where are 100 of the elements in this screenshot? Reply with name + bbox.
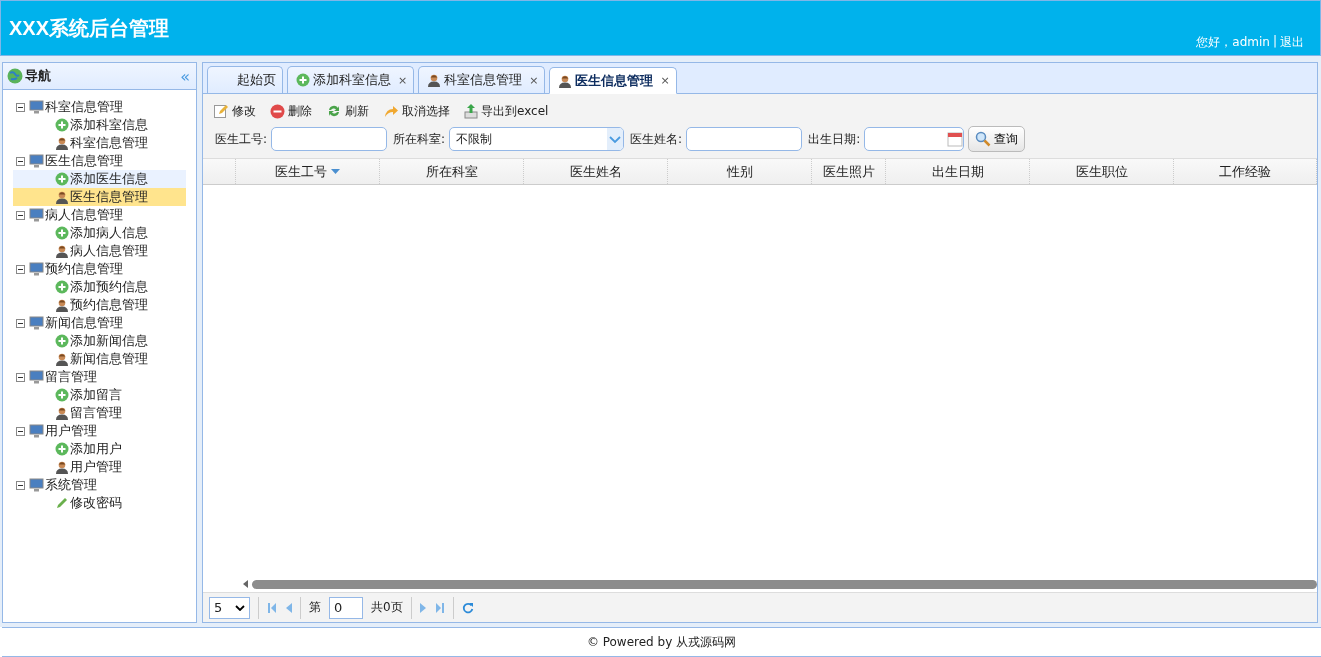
refresh-icon xyxy=(326,103,342,119)
plus-icon xyxy=(55,226,69,240)
toggle-icon[interactable] xyxy=(16,264,25,274)
tree-group[interactable]: 医生信息管理 xyxy=(13,152,186,170)
tree-item[interactable]: 添加医生信息 xyxy=(13,170,186,188)
plus-icon xyxy=(296,73,310,87)
tree-item[interactable]: 添加新闻信息 xyxy=(13,332,186,350)
tree-group[interactable]: 预约信息管理 xyxy=(13,260,186,278)
tab[interactable]: 添加科室信息 × xyxy=(287,66,415,93)
tree-item[interactable]: 添加预约信息 xyxy=(13,278,186,296)
tree-group[interactable]: 系统管理 xyxy=(13,476,186,494)
scrollbar-thumb[interactable] xyxy=(252,579,1317,589)
input-field[interactable] xyxy=(686,127,803,151)
caret-icon xyxy=(235,604,245,611)
close-icon[interactable]: × xyxy=(398,73,408,87)
input-field[interactable] xyxy=(271,127,388,151)
search-icon xyxy=(975,131,992,147)
plus-icon xyxy=(55,118,69,132)
tree-item[interactable]: 科室信息管理 xyxy=(13,134,186,152)
person-icon xyxy=(55,406,69,420)
app-title: XXX系统后台管理 xyxy=(9,16,170,41)
separator-text: | xyxy=(1272,34,1277,50)
tree-item[interactable]: 预约信息管理 xyxy=(13,296,186,314)
toolbar-button[interactable]: 取消选择 xyxy=(383,102,450,120)
toolbar-button[interactable]: 刷新 xyxy=(326,102,369,120)
plus-icon xyxy=(55,388,69,402)
page-size-select[interactable]: 5 xyxy=(209,596,250,619)
person-icon xyxy=(55,136,69,150)
greeting-text: 您好，admin xyxy=(1196,34,1270,51)
scroll-left-icon xyxy=(243,580,248,588)
person-icon xyxy=(427,73,442,87)
toolbar-button[interactable]: 导出到excel xyxy=(464,102,549,120)
tree-item[interactable]: 用户管理 xyxy=(13,458,186,476)
toggle-icon[interactable] xyxy=(16,426,25,436)
column-header[interactable]: 医生职位 xyxy=(1030,159,1174,184)
toolbar-button[interactable]: 删除 xyxy=(270,102,312,120)
page-total: 共0页 xyxy=(371,599,403,616)
column-header[interactable]: 医生工号 xyxy=(236,159,380,184)
plus-icon xyxy=(55,280,69,294)
tree-group[interactable]: 科室信息管理 xyxy=(13,98,186,116)
toggle-icon[interactable] xyxy=(16,210,25,220)
column-header[interactable]: 所在科室 xyxy=(380,159,524,184)
arrow-icon xyxy=(383,103,399,119)
tree-item[interactable]: 添加留言 xyxy=(13,386,186,404)
close-icon[interactable]: × xyxy=(660,74,670,87)
date-field[interactable] xyxy=(864,127,965,151)
toggle-icon[interactable] xyxy=(16,156,25,166)
toggle-icon[interactable] xyxy=(16,318,25,328)
tree-group[interactable]: 新闻信息管理 xyxy=(13,314,186,332)
monitor-icon xyxy=(29,424,44,438)
plus-icon xyxy=(55,442,69,456)
monitor-icon xyxy=(29,316,44,330)
chevron-icon xyxy=(607,128,624,150)
tree-group[interactable]: 病人信息管理 xyxy=(13,206,186,224)
delete-icon xyxy=(270,103,285,119)
tree-item[interactable]: 新闻信息管理 xyxy=(13,350,186,368)
edit-icon xyxy=(213,103,229,119)
page-input[interactable]: 0 xyxy=(329,596,363,619)
tree-item[interactable]: 添加用户 xyxy=(13,440,186,458)
field-label: 医生工号: xyxy=(215,130,268,148)
toggle-icon[interactable] xyxy=(16,480,25,490)
column-header[interactable]: 医生照片 xyxy=(812,159,886,184)
toolbar-button[interactable]: 修改 xyxy=(213,102,256,120)
person-icon xyxy=(55,190,69,204)
search-button[interactable]: 查询 xyxy=(968,126,1026,152)
tab[interactable]: 科室信息管理 × xyxy=(418,66,546,93)
tree-item[interactable]: 添加病人信息 xyxy=(13,224,186,242)
tree-item[interactable]: 医生信息管理 xyxy=(13,188,186,206)
sort-icon xyxy=(331,169,340,174)
field-label: 医生姓名: xyxy=(630,130,683,148)
plus-icon xyxy=(55,334,69,348)
tree-item[interactable]: 添加科室信息 xyxy=(13,116,186,134)
select-field[interactable]: 不限制 xyxy=(449,127,625,151)
tree-item[interactable]: 修改密码 xyxy=(13,494,186,512)
field-label: 所在科室: xyxy=(393,130,446,148)
tree-item[interactable]: 病人信息管理 xyxy=(13,242,186,260)
monitor-icon xyxy=(29,370,44,384)
toggle-icon[interactable] xyxy=(16,372,25,382)
column-header[interactable]: 出生日期 xyxy=(886,159,1030,184)
tab[interactable]: 医生信息管理 × xyxy=(549,67,677,94)
column-header[interactable]: 医生姓名 xyxy=(524,159,668,184)
refresh-icon[interactable] xyxy=(461,601,474,614)
toggle-icon[interactable] xyxy=(16,102,25,112)
export-icon xyxy=(464,103,478,119)
tree-item[interactable]: 留言管理 xyxy=(13,404,186,422)
tree-group[interactable]: 用户管理 xyxy=(13,422,186,440)
nav-title: 导航 xyxy=(7,67,51,85)
column-header[interactable]: 性别 xyxy=(668,159,812,184)
page-prefix: 第 xyxy=(309,599,321,616)
monitor-icon xyxy=(29,262,44,276)
monitor-icon xyxy=(29,208,44,222)
person-icon xyxy=(55,298,69,312)
monitor-icon xyxy=(29,154,44,168)
globe-icon xyxy=(7,68,23,84)
close-icon[interactable]: × xyxy=(529,73,539,87)
tree-group[interactable]: 留言管理 xyxy=(13,368,186,386)
tab[interactable]: 起始页 xyxy=(207,66,283,93)
column-header[interactable]: 工作经验 xyxy=(1174,159,1317,184)
person-icon xyxy=(55,244,69,258)
person-icon xyxy=(55,460,69,474)
